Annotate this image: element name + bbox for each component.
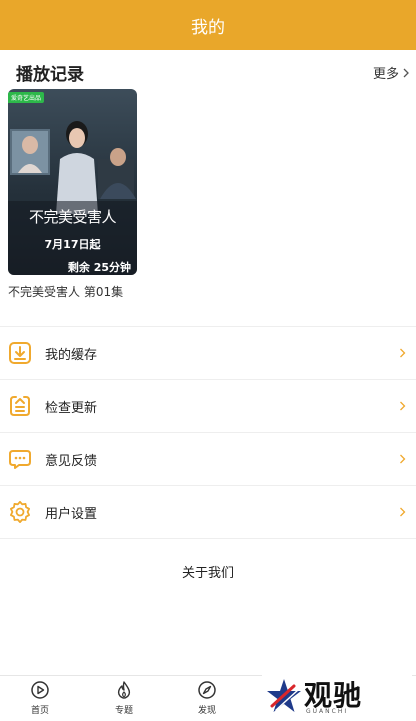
menu-label: 我的缓存 <box>45 347 98 363</box>
nav-discover[interactable]: 发现 <box>187 680 227 716</box>
remaining-time: 剩余 25分钟 <box>67 261 131 274</box>
page-title: 我的 <box>191 17 225 38</box>
menu-label: 检查更新 <box>45 400 98 416</box>
chevron-right-icon <box>400 454 406 464</box>
menu-item-feedback[interactable]: 意见反馈 <box>0 433 416 486</box>
chevron-right-icon <box>400 507 406 517</box>
section-title: 播放记录 <box>16 65 84 85</box>
update-icon <box>10 396 30 416</box>
about-us-link[interactable]: 关于我们 <box>0 562 416 581</box>
poster-title: 不完美受害人 <box>28 208 117 226</box>
poster-date: 7月17日起 <box>44 238 101 251</box>
menu-item-check-update[interactable]: 检查更新 <box>0 380 416 433</box>
feedback-icon <box>9 450 31 469</box>
menu-item-user-settings[interactable]: 用户设置 <box>0 486 416 539</box>
compass-icon <box>198 681 216 699</box>
watermark-logo: 观驰 GUANCHI <box>262 673 412 720</box>
history-item-caption[interactable]: 不完美受害人 第01集 <box>8 283 123 300</box>
menu-item-cache[interactable]: 我的缓存 <box>0 327 416 380</box>
menu-label: 意见反馈 <box>45 453 98 469</box>
chevron-right-icon <box>403 68 409 77</box>
menu-list: 我的缓存 检查更新 意见反馈 用户设置 <box>0 327 416 539</box>
more-label: 更多 <box>372 67 399 82</box>
history-poster[interactable]: 爱奇艺出品 不完美受害人 7月17日起 剩余 25分钟 <box>8 89 137 275</box>
nav-label: 发现 <box>197 706 216 716</box>
chevron-right-icon <box>400 348 406 358</box>
chevron-right-icon <box>400 401 406 411</box>
nav-label: 首页 <box>30 706 49 716</box>
nav-home[interactable]: 首页 <box>20 680 60 716</box>
star-logo-icon <box>267 679 301 712</box>
download-icon <box>9 342 31 364</box>
poster-badge: 爱奇艺出品 <box>8 92 45 103</box>
nav-topics[interactable]: 专题 <box>104 680 144 716</box>
history-section-header: 播放记录 更多 <box>0 56 416 86</box>
play-circle-icon <box>31 681 49 699</box>
menu-label: 用户设置 <box>45 506 98 522</box>
nav-label: 专题 <box>114 706 133 716</box>
flame-icon <box>117 681 131 699</box>
more-button[interactable]: 更多 <box>373 63 410 82</box>
settings-icon <box>10 500 30 523</box>
top-bar: 我的 <box>0 0 416 50</box>
watermark-subtext: GUANCHI <box>306 708 349 715</box>
